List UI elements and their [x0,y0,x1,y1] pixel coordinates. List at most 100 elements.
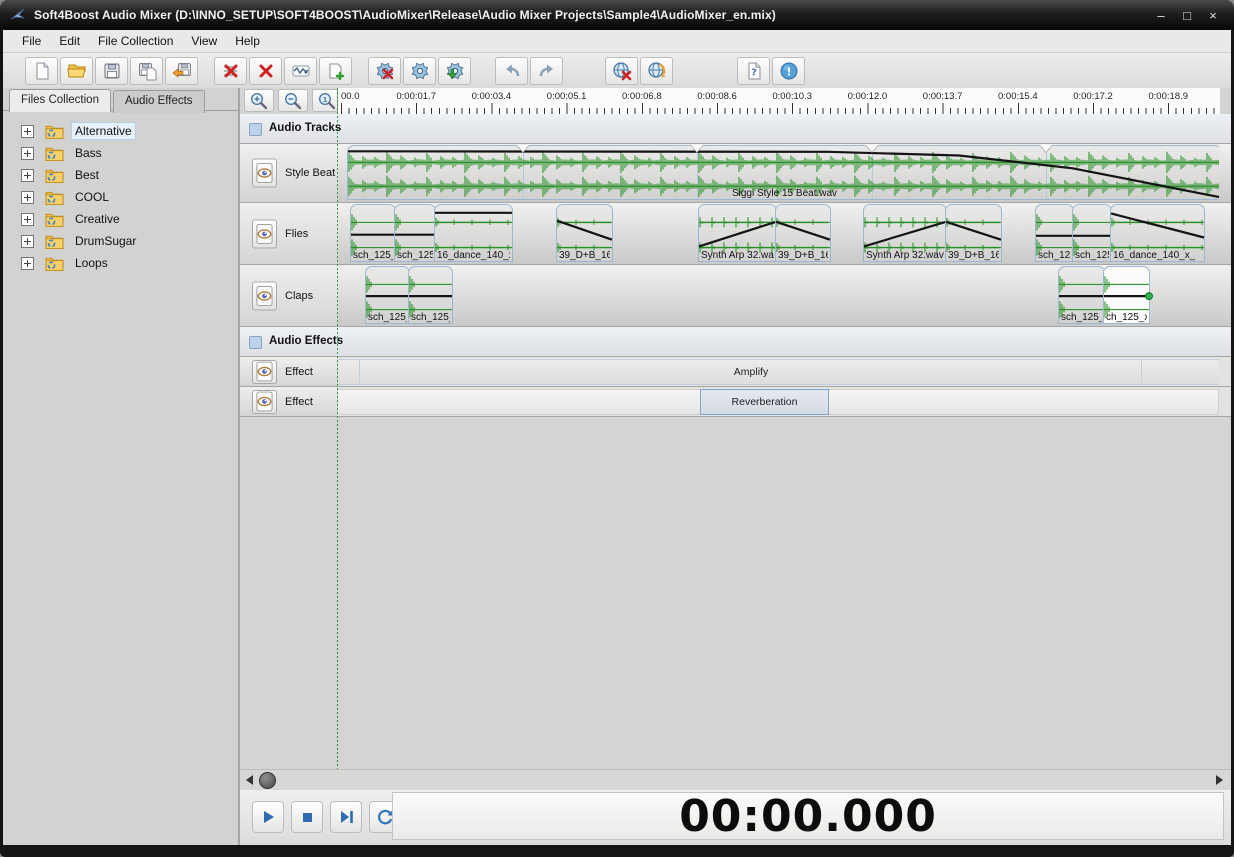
folder-item-loops[interactable]: Loops [3,252,238,274]
remove-effect-button[interactable] [368,56,401,85]
timeline-ruler[interactable]: 00.0 0:00:01.7 0:00:03.4 0:00:05.1 0:00:06.8… [337,88,1220,115]
effect-settings-button[interactable] [403,56,436,85]
clip-sch-125-x[interactable]: sch_125_x [408,266,453,324]
apply-effect-button[interactable] [438,56,471,85]
stop-button[interactable] [291,801,323,833]
folder-item-drumsugar[interactable]: DrumSugar [3,230,238,252]
refresh-web-button[interactable] [640,56,673,85]
close-button[interactable]: × [1206,8,1220,23]
track-visibility-button[interactable] [252,281,277,310]
folder-item-creative[interactable]: Creative [3,208,238,230]
clip-sch-125[interactable]: sch_125_ [1035,204,1074,262]
tab-files-collection[interactable]: Files Collection [9,89,111,112]
disconnect-web-button[interactable] [605,56,638,85]
expand-plus-icon[interactable] [21,256,34,270]
track-visibility-button[interactable] [252,158,277,188]
effect-visibility-button[interactable] [252,359,277,384]
track-visibility-button[interactable] [252,219,277,248]
expand-plus-icon[interactable] [21,212,34,226]
undo-button[interactable] [495,56,528,85]
save-icon [102,61,122,81]
expand-plus-icon[interactable] [21,146,34,160]
play-button[interactable] [252,801,284,833]
folder-item-alternative[interactable]: Alternative [3,120,238,142]
effect-visibility-button[interactable] [252,389,277,414]
clip-synth-arp-32-wav[interactable]: Synth Arp 32.wav [698,204,777,262]
play-all-button[interactable] [330,801,362,833]
clip-sch-125-x[interactable]: sch_125_x [350,204,396,262]
zoom-out-button[interactable] [278,89,308,112]
save-all-button[interactable] [165,56,198,85]
tab-audio-effects[interactable]: Audio Effects [112,90,205,113]
effect-segment-blank[interactable] [337,359,361,385]
scroll-right-icon[interactable] [1216,775,1223,785]
svg-text:?: ? [751,67,757,78]
redo-button[interactable] [530,56,563,85]
menu-item-file-collection[interactable]: File Collection [89,30,182,52]
section-checkbox-icon[interactable] [249,123,262,136]
open-folder-button[interactable] [60,56,93,85]
section-checkbox-icon[interactable] [249,336,262,349]
menu-item-help[interactable]: Help [226,30,269,52]
save-button[interactable] [95,56,128,85]
clip-sch-125-x[interactable]: sch_125_x [1058,266,1105,324]
menu-item-file[interactable]: File [13,30,50,52]
clip-label: Synth Arp 32.wav [701,250,774,261]
expand-plus-icon[interactable] [21,168,34,182]
effect-name: Effect [285,395,313,408]
clip-siggi-style-15-beat-wav[interactable]: Siggi Style 15 Beat.wav [347,145,1219,200]
clear-timeline-button[interactable] [214,56,247,85]
window-bottom-frame [0,845,1234,857]
maximize-button[interactable]: □ [1180,8,1194,23]
effect-segment-reverberation[interactable]: Reverberation [700,389,829,415]
expand-plus-icon[interactable] [21,234,34,248]
about-button[interactable]: ! [772,56,805,85]
folder-item-cool[interactable]: COOL [3,186,238,208]
clip-sch-125[interactable]: sch_125_ [1072,204,1112,262]
folder-item-best[interactable]: Best [3,164,238,186]
toolbar-group [605,56,673,85]
track-row-flies: Flies sch_125_x sch_125_x 16_dance_140_x_ 3… [240,203,1231,265]
horizontal-scrollbar[interactable] [240,769,1231,791]
clip-sch-125-x[interactable]: sch_125_x [365,266,410,324]
zoom-in-button[interactable] [244,89,274,112]
clip-16-dance-140-x[interactable]: 16_dance_140_x_ [434,204,513,262]
clip-label: 39_D+B_16 [778,250,828,261]
track-row-claps: Claps sch_125_x sch_125_x sch_125_x ch_125_… [240,265,1231,327]
clip-39-d-b-16[interactable]: 39_D+B_16 [945,204,1002,262]
folder-icon [45,256,64,271]
add-clip-button[interactable] [319,56,352,85]
folder-item-bass[interactable]: Bass [3,142,238,164]
clip-39-d-b-16[interactable]: 39_D+B_16 [556,204,613,262]
effect-segment-amplify[interactable]: Amplify [359,359,1143,385]
ruler-label: 0:00:13.7 [922,91,963,102]
delete-button[interactable] [249,56,282,85]
clip-label: sch_125_x [1061,312,1102,323]
minimize-button[interactable]: – [1154,8,1168,23]
new-file-button[interactable] [25,56,58,85]
scroll-left-icon[interactable] [246,775,253,785]
effect-header: Effect [240,357,338,386]
clip-ch-125-x[interactable]: ch_125_x [1103,266,1153,324]
clip-39-d-b-16[interactable]: 39_D+B_16 [775,204,831,262]
folder-label: Best [75,168,100,182]
expand-plus-icon[interactable] [21,124,34,138]
clip-16-dance-140-x[interactable]: 16_dance_140_x_ [1110,204,1205,262]
effect-segment-blank[interactable] [1141,359,1219,385]
window-controls: – □ × [1154,0,1220,30]
help-button[interactable]: ? [737,56,770,85]
clip-sch-125-x[interactable]: sch_125_x [394,204,436,262]
files-panel: Files Collection Audio Effects Alternativ… [3,88,240,845]
scrollbar-thumb[interactable] [259,772,276,789]
clip-synth-arp-32-wav[interactable]: Synth Arp 32.wav [863,204,947,262]
folder-label: Creative [75,212,120,226]
track-header: Style Beat [240,144,338,202]
save-as-button[interactable] [130,56,163,85]
app-logo-icon [10,7,26,23]
trim-waveform-button[interactable] [284,56,317,85]
menu-item-edit[interactable]: Edit [50,30,89,52]
menu-item-view[interactable]: View [182,30,226,52]
expand-plus-icon[interactable] [21,190,34,204]
effect-lane: Reverberation [337,387,1219,416]
about-icon: ! [779,61,799,81]
